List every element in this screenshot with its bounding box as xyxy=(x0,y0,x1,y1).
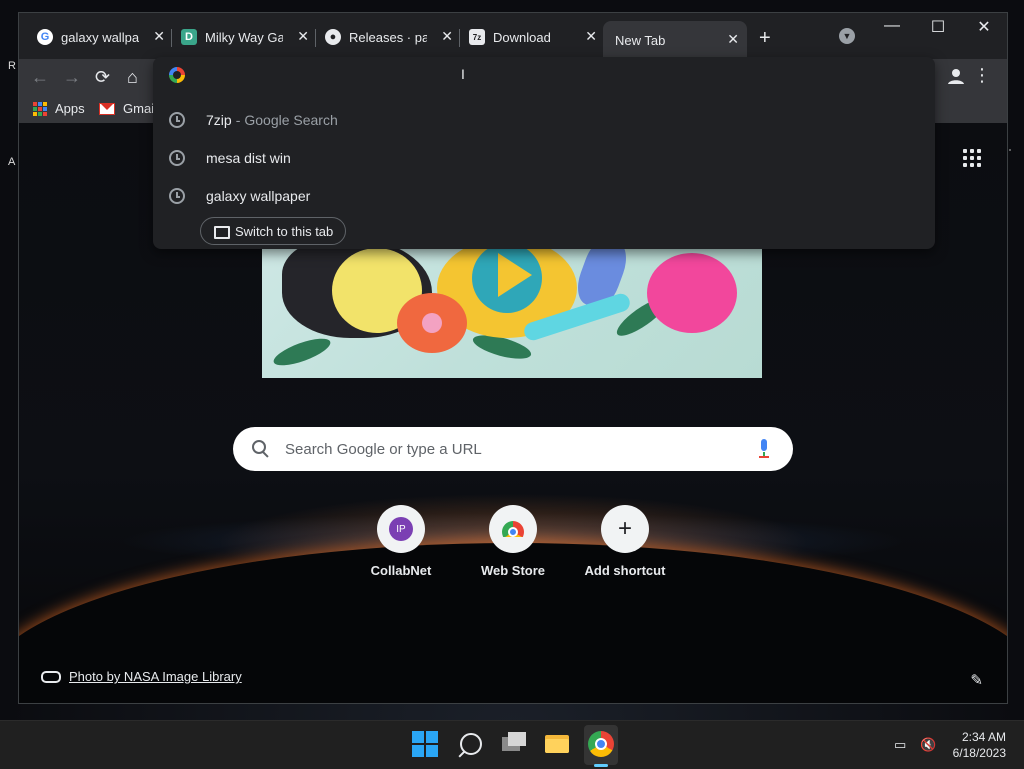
bookmark-gmail[interactable]: Gmail xyxy=(99,101,157,116)
history-clock-icon xyxy=(169,188,185,204)
history-clock-icon xyxy=(169,112,185,128)
windows-start-icon[interactable] xyxy=(412,731,438,757)
shortcut-label: Add shortcut xyxy=(584,563,666,578)
tab-title: Releases · pal1000 xyxy=(349,29,427,45)
suggestion-separator: - xyxy=(235,112,241,128)
browser-window: G galaxy wallpaper ✕ D Milky Way Galaxy … xyxy=(18,12,1008,704)
shortcut-add[interactable]: + Add shortcut xyxy=(577,505,673,578)
microphone-icon[interactable] xyxy=(759,439,769,459)
apps-grid-icon xyxy=(33,101,47,116)
history-clock-icon xyxy=(169,150,185,166)
shortcut-label: Web Store xyxy=(480,563,546,578)
bookmark-label: Apps xyxy=(55,101,85,116)
google-favicon-icon: G xyxy=(37,29,53,45)
clock-time: 2:34 AM xyxy=(961,730,1006,744)
shortcut-web-store[interactable]: Web Store xyxy=(465,505,561,578)
clock-date: 6/18/2023 xyxy=(952,746,1006,760)
suggestion-text: galaxy wallpaper xyxy=(206,188,311,204)
omnibox-dropdown: I 7zip - Google Search mesa dist win gal… xyxy=(153,57,935,249)
close-tab-icon[interactable]: ✕ xyxy=(585,28,597,45)
search-icon[interactable] xyxy=(456,731,482,758)
shortcut-label: CollabNet xyxy=(370,563,432,578)
shortcut-tile: + xyxy=(601,505,649,553)
file-explorer-icon[interactable] xyxy=(544,731,570,757)
omnibox-suggestion[interactable]: mesa dist win xyxy=(153,139,935,177)
tab-search-chevron-icon[interactable]: ▼ xyxy=(839,28,855,44)
customize-pencil-icon[interactable]: ✎ xyxy=(970,671,983,689)
minimize-icon[interactable]: — xyxy=(869,17,915,35)
bookmark-label: Gmail xyxy=(123,101,157,116)
tab-icon xyxy=(214,226,230,239)
running-indicator xyxy=(594,764,608,767)
search-icon xyxy=(251,439,271,459)
close-tab-icon[interactable]: ✕ xyxy=(297,28,309,45)
switch-to-tab-label: Switch to this tab xyxy=(235,223,334,239)
photo-credit-link[interactable]: Photo by NASA Image Library xyxy=(41,669,242,684)
shortcut-tile xyxy=(489,505,537,553)
close-tab-icon[interactable]: ✕ xyxy=(153,28,165,45)
chrome-icon[interactable] xyxy=(588,731,614,757)
tab-releases[interactable]: ● Releases · pal1000 ✕ xyxy=(317,23,461,51)
tab-new-tab[interactable]: New Tab ✕ xyxy=(603,21,747,59)
shortcut-tile: IP xyxy=(377,505,425,553)
tab-title: Download xyxy=(493,29,551,45)
more-menu-icon[interactable]: ⋮ xyxy=(973,65,991,86)
omnibox-suggestion[interactable]: galaxy wallpaper xyxy=(153,177,935,215)
close-window-icon[interactable]: ✕ xyxy=(961,17,1007,37)
suggestion-text: mesa dist win xyxy=(206,150,291,166)
tab-title: galaxy wallpaper xyxy=(61,29,139,45)
taskbar: ▭ 🔇 2:34 AM 6/18/2023 xyxy=(0,720,1024,769)
play-icon xyxy=(498,253,532,297)
forward-arrow-icon[interactable]: → xyxy=(63,67,81,88)
tab-galaxy-wallpaper[interactable]: G galaxy wallpaper ✕ xyxy=(29,23,173,51)
home-icon[interactable]: ⌂ xyxy=(127,67,138,88)
text-cursor-icon: I xyxy=(461,66,465,82)
suggestion-text: 7zip xyxy=(206,112,232,128)
webstore-icon xyxy=(502,521,524,538)
tab-separator xyxy=(171,29,172,47)
close-tab-icon[interactable]: ✕ xyxy=(727,31,739,48)
omnibox-input-row[interactable]: I xyxy=(153,57,935,93)
tab-title: New Tab xyxy=(615,32,666,48)
reload-icon[interactable]: ⟳ xyxy=(95,67,110,88)
tab-title: Milky Way Galaxy xyxy=(205,29,283,45)
ntp-search-input[interactable] xyxy=(283,439,727,459)
link-icon xyxy=(41,670,61,683)
tab-strip: G galaxy wallpaper ✕ D Milky Way Galaxy … xyxy=(19,13,1007,59)
7zip-favicon-icon: 7z xyxy=(469,29,485,45)
omnibox-input[interactable] xyxy=(197,63,901,89)
bookmark-apps[interactable]: Apps xyxy=(33,101,85,116)
profile-avatar-icon[interactable] xyxy=(947,67,965,85)
google-apps-icon[interactable] xyxy=(963,149,981,167)
gmail-icon xyxy=(99,102,115,115)
maximize-icon[interactable]: ☐ xyxy=(915,17,961,37)
switch-to-tab-button[interactable]: Switch to this tab xyxy=(200,217,347,245)
omnibox-suggestion[interactable]: 7zip - Google Search xyxy=(153,101,935,139)
google-doodle[interactable] xyxy=(262,248,762,378)
shortcut-collabnet[interactable]: IP CollabNet xyxy=(353,505,449,578)
google-g-icon xyxy=(169,67,185,83)
milky-way-favicon-icon: D xyxy=(181,29,197,45)
task-view-icon[interactable] xyxy=(500,731,526,757)
ntp-search-box[interactable] xyxy=(233,427,793,471)
tab-milky-way[interactable]: D Milky Way Galaxy ✕ xyxy=(173,23,317,51)
back-arrow-icon[interactable]: ← xyxy=(31,67,49,88)
collabnet-icon: IP xyxy=(389,517,413,541)
close-tab-icon[interactable]: ✕ xyxy=(441,28,453,45)
tab-download[interactable]: 7z Download ✕ xyxy=(461,23,605,51)
volume-muted-icon[interactable]: 🔇 xyxy=(920,737,936,753)
tab-separator xyxy=(459,29,460,47)
photo-credit-text: Photo by NASA Image Library xyxy=(69,669,242,684)
tab-separator xyxy=(315,29,316,47)
plus-icon: + xyxy=(617,515,632,542)
taskbar-clock[interactable]: 2:34 AM 6/18/2023 xyxy=(953,729,1006,761)
suggestion-description: Google Search xyxy=(244,112,338,128)
network-icon[interactable]: ▭ xyxy=(894,737,906,753)
new-tab-plus-icon[interactable]: + xyxy=(759,27,771,50)
github-favicon-icon: ● xyxy=(325,29,341,45)
